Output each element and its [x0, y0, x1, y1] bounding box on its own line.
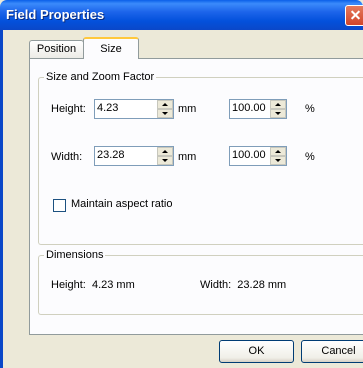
window-frame-left: [0, 30, 3, 368]
dimension-height-text: Height: 4.23 mm: [51, 279, 135, 291]
height-zoom-input[interactable]: [232, 102, 270, 114]
dimension-width-text: Width: 23.28 mm: [200, 279, 287, 291]
cancel-button[interactable]: Cancel: [301, 340, 363, 363]
width-down-arrow-icon[interactable]: [157, 156, 173, 165]
tab-size[interactable]: Size: [83, 37, 139, 59]
dialog-window: Field Properties Position Size Size and …: [0, 0, 363, 368]
width-label: Width:: [51, 151, 83, 163]
tab-position[interactable]: Position: [29, 40, 84, 58]
height-unit: mm: [178, 103, 197, 115]
ok-button[interactable]: OK: [219, 340, 294, 363]
width-zoom-spinner[interactable]: [229, 146, 287, 166]
width-zoom-down-arrow-icon[interactable]: [270, 156, 286, 165]
width-up-arrow-icon[interactable]: [157, 147, 173, 156]
width-unit: mm: [178, 151, 197, 163]
height-down-arrow-icon[interactable]: [157, 109, 173, 118]
size-tab-panel: Size and Zoom Factor Height: mm % Width:…: [29, 58, 363, 335]
height-zoom-spinner[interactable]: [229, 99, 287, 119]
maintain-aspect-checkbox[interactable]: [53, 199, 66, 212]
window-title: Field Properties: [6, 7, 105, 22]
height-zoom-up-arrow-icon[interactable]: [270, 100, 286, 109]
size-zoom-group: Size and Zoom Factor Height: mm % Width:…: [38, 71, 363, 245]
height-up-arrow-icon[interactable]: [157, 100, 173, 109]
title-bar[interactable]: Field Properties: [0, 0, 363, 30]
width-spinner[interactable]: [94, 146, 174, 166]
height-zoom-down-arrow-icon[interactable]: [270, 109, 286, 118]
width-input[interactable]: [97, 149, 155, 161]
width-zoom-up-arrow-icon[interactable]: [270, 147, 286, 156]
height-zoom-unit: %: [305, 103, 315, 115]
height-label: Height:: [51, 103, 86, 115]
width-zoom-unit: %: [305, 151, 315, 163]
size-zoom-legend: Size and Zoom Factor: [44, 71, 157, 83]
dimensions-group: Dimensions Height: 4.23 mm Width: 23.28 …: [38, 249, 363, 315]
maintain-aspect-label[interactable]: Maintain aspect ratio: [71, 198, 173, 210]
height-input[interactable]: [97, 102, 155, 114]
height-spinner[interactable]: [94, 99, 174, 119]
width-zoom-input[interactable]: [232, 149, 270, 161]
dimensions-legend: Dimensions: [44, 249, 106, 261]
close-icon[interactable]: [345, 5, 363, 26]
